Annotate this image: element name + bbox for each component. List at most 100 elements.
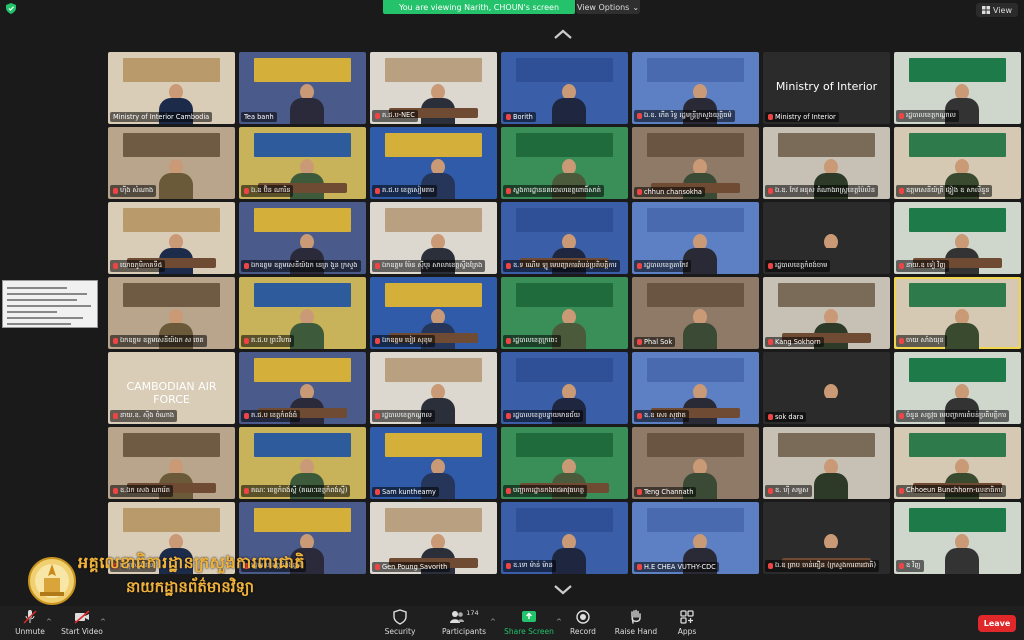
- participant-name-label: រដ្ឋបាលខេត្តកំពង់ចាម: [765, 260, 831, 272]
- participant-name-label: ឧ.ឧ សេរ សុផាត: [634, 410, 689, 422]
- previous-page-arrow-icon[interactable]: [553, 28, 573, 40]
- participant-name-label: ឧ.ទោ ម៉ាន់ ម៉ាន: [503, 560, 556, 572]
- screen-share-banner-text: You are viewing Narith, CHOUN's screen: [398, 2, 560, 12]
- encryption-shield-icon[interactable]: [6, 3, 16, 14]
- muted-microphone-icon: [899, 338, 904, 344]
- next-page-arrow-icon[interactable]: [553, 584, 573, 596]
- participant-tile[interactable]: Sam kuntheamy: [370, 427, 497, 499]
- participant-tile[interactable]: CAMBODIAN AIR FORCE នាយ.ឧ. ស៊ីង ចំណាង: [108, 352, 235, 424]
- participant-tile[interactable]: H.E CHEA VUTHY-CDC: [632, 502, 759, 574]
- tile-background-banner: [909, 358, 1006, 382]
- view-options-button[interactable]: View Options ⌄: [576, 0, 640, 14]
- share-screen-button[interactable]: Share Screen: [499, 609, 559, 636]
- participant-name-label: Phal Sok: [634, 337, 676, 347]
- participant-tile[interactable]: រដ្ឋបាលខេត្តកណ្តាល: [894, 52, 1021, 124]
- record-icon: [576, 610, 590, 624]
- participant-tile[interactable]: គ.ជ.ប-NEC: [370, 52, 497, 124]
- participant-tile[interactable]: គ.ជ.ប ព្រះវិហារ: [239, 277, 366, 349]
- tile-background-banner: [385, 283, 482, 307]
- tile-background-banner: [254, 433, 351, 457]
- participant-tile[interactable]: ឯកឧត្តម ម៉ែន ស៊ីបុរ សាលាខេត្តស្ទឹងត្រែង: [370, 202, 497, 274]
- participant-tile[interactable]: ឯកឧត្តម ឧត្តមសេនីយ៍ឯក នេត្រ ងួន ក្រសួង: [239, 202, 366, 274]
- participant-name-text: បញ្ជាការដ្ឋានកងរាជអាវុធហត្ថ: [513, 486, 585, 494]
- participant-tile[interactable]: ហ៊ីង សំណាង: [108, 127, 235, 199]
- participant-name-text: គ.ជ.ប ព្រះវិហារ: [251, 336, 292, 344]
- tile-background-banner: [254, 208, 351, 232]
- participant-tile[interactable]: ចំនួន សត្វវុធ មេបញ្ជាការតំបន់ប្រតិបត្តិក…: [894, 352, 1021, 424]
- participant-tile[interactable]: រដ្ឋបាលខេត្តក្រចេះ: [501, 277, 628, 349]
- leave-button[interactable]: Leave: [978, 615, 1016, 632]
- participant-tile[interactable]: ឯកឧត្តម បៀវ សុខុម: [370, 277, 497, 349]
- participant-tile[interactable]: ឯ.ឧ. កើត រិទ្ធ រដ្ឋមន្ត្រីក្រសួងយុត្តិធម…: [632, 52, 759, 124]
- participant-tile[interactable]: Phal Sok: [632, 277, 759, 349]
- security-button[interactable]: Security: [370, 609, 430, 636]
- participant-tile[interactable]: ឧ.ឧ សេរ សុផាត: [632, 352, 759, 424]
- participant-tile[interactable]: ឧ.ឯក សេង ណារ៉េត: [108, 427, 235, 499]
- share-screen-label: Share Screen: [504, 627, 554, 636]
- participant-tile[interactable]: រដ្ឋបាលខេត្តកណ្តាល: [370, 352, 497, 424]
- participant-name-label: រដ្ឋបាលខេត្តតាកែវ: [634, 260, 691, 272]
- participant-tile[interactable]: គ.ជ.ប ខេត្តសៀមរាប: [370, 127, 497, 199]
- participant-name-label: Tea banh: [241, 112, 277, 122]
- participant-tile[interactable]: យោធភូមិភាគទី៥: [108, 202, 235, 274]
- muted-microphone-icon: [375, 113, 380, 119]
- participant-tile[interactable]: Kang Sokhorn: [763, 277, 890, 349]
- participant-tile[interactable]: Teng Channath: [632, 427, 759, 499]
- participant-tile[interactable]: ឧ. ហ៊ី សម្ផស: [763, 427, 890, 499]
- muted-microphone-icon: [768, 188, 773, 194]
- tile-background-banner: [516, 208, 613, 232]
- participant-tile[interactable]: គណៈ ខេត្តកំពង់ស្ពឺ (គណៈខេត្តកំពង់ស្ពឺ): [239, 427, 366, 499]
- shared-screen-thumbnail[interactable]: [2, 280, 98, 328]
- tile-background-banner: [516, 133, 613, 157]
- share-screen-icon: [522, 611, 536, 622]
- participant-tile[interactable]: sok dara: [763, 352, 890, 424]
- video-options-caret-icon[interactable]: ^: [100, 618, 106, 626]
- participant-tile[interactable]: chhun chansokha: [632, 127, 759, 199]
- participant-tile[interactable]: ឯ.ឧ ប៊ិន ណារិន: [239, 127, 366, 199]
- participant-tile[interactable]: រដ្ឋបាលខេត្តតាកែវ: [632, 202, 759, 274]
- muted-microphone-icon: [506, 188, 511, 194]
- participant-name-text: ឯកឧត្តម បៀវ សុខុម: [382, 336, 433, 344]
- participant-tile[interactable]: Borith: [501, 52, 628, 124]
- record-button[interactable]: Record: [553, 609, 613, 636]
- tile-background-banner: [385, 433, 482, 457]
- participant-tile[interactable]: ឧ.ទោ ម៉ាន់ ម៉ាន: [501, 502, 628, 574]
- participant-video-figure: [682, 309, 717, 349]
- view-button[interactable]: View: [976, 3, 1018, 17]
- participant-name-text: គ.ជ.ប-NEC: [382, 111, 415, 119]
- muted-microphone-icon: [637, 564, 642, 570]
- muted-microphone-icon: [637, 489, 642, 495]
- tile-background-banner: [516, 358, 613, 382]
- participant-tile[interactable]: Tea banh: [239, 52, 366, 124]
- participants-caret-icon[interactable]: ^: [490, 618, 496, 626]
- participant-tile[interactable]: Ministry of Interior Ministry of Interior: [763, 52, 890, 124]
- participant-tile[interactable]: គ.ជ.ប ខេត្តកំពង់ធំ: [239, 352, 366, 424]
- apps-button[interactable]: Apps: [657, 609, 717, 636]
- participant-tile[interactable]: Ministry of Interior Cambodia: [108, 52, 235, 124]
- video-camera-off-icon: [74, 610, 90, 624]
- grid-view-icon: [982, 6, 991, 14]
- muted-microphone-icon: [244, 413, 249, 419]
- zoom-meeting-window: You are viewing Narith, CHOUN's screen V…: [0, 0, 1024, 640]
- audio-options-caret-icon[interactable]: ^: [46, 618, 52, 626]
- participant-tile[interactable]: ឯ.ឧ. កែវ អនុស តំណាងរាស្ត្រខេត្តប៉ៃលិន: [763, 127, 890, 199]
- participant-tile[interactable]: ឧត្តមសេនីយ៍ត្រី ង្វៀង ឧ សាលីនួន: [894, 127, 1021, 199]
- participant-video-figure: [551, 84, 586, 124]
- participant-tile[interactable]: Chhoeun Bunchhorn-លេខាធិការ: [894, 427, 1021, 499]
- participant-tile[interactable]: Gen Poung Savorith: [370, 502, 497, 574]
- participant-tile[interactable]: បញ្ជាការដ្ឋានកងរាជអាវុធហត្ថ: [501, 427, 628, 499]
- participant-tile[interactable]: រដ្ឋបាលខេត្តបន្ទាយមានជ័យ: [501, 352, 628, 424]
- participant-tile[interactable]: ឧ វិញ: [894, 502, 1021, 574]
- participant-tile[interactable]: ស្នងការដ្ឋាននគរបាលខេត្តពោធិ៍សាត់: [501, 127, 628, 199]
- participant-tile[interactable]: ចាយ សាំងយុន: [894, 277, 1021, 349]
- participant-tile[interactable]: ឯកឧត្តម ឧត្តមសេនីយ៍ឯក ស ចេត: [108, 277, 235, 349]
- participant-name-label: Kang Sokhorn: [765, 337, 824, 347]
- participant-tile[interactable]: ឧ.ទ ណើម ឡូ មេបញ្ជាការតំបន់ប្រតិបត្តិការ: [501, 202, 628, 274]
- tile-background-banner: [516, 283, 613, 307]
- participant-tile[interactable]: ឯ.ឧ ព្រាប ចាន់ធឿន (ក្រសួងការពារជាតិ): [763, 502, 890, 574]
- chevron-down-icon: ⌄: [632, 2, 640, 12]
- muted-microphone-icon: [899, 188, 904, 194]
- participant-tile[interactable]: រដ្ឋបាលខេត្តកំពង់ចាម: [763, 202, 890, 274]
- participants-button[interactable]: 174 Participants: [434, 609, 494, 636]
- participant-tile[interactable]: នាយ.ឧ ទៀ វិញ: [894, 202, 1021, 274]
